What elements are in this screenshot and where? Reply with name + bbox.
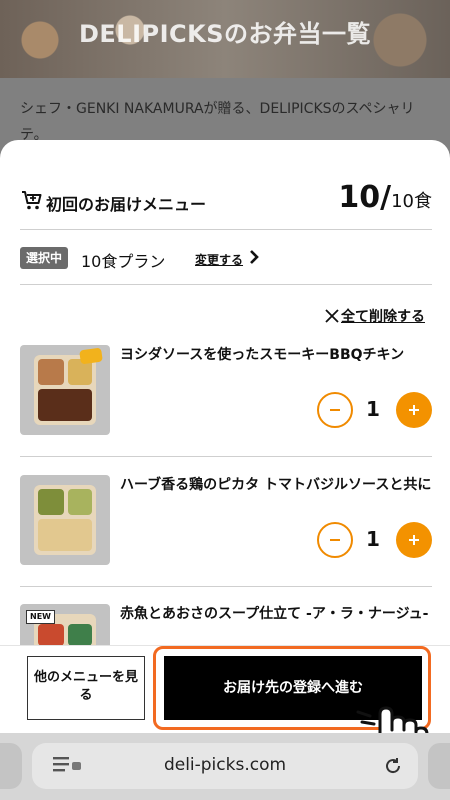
meal-image [20, 345, 110, 435]
close-icon [325, 309, 339, 323]
count-slash: / [380, 180, 392, 215]
divider [20, 284, 432, 285]
page-title: DELIPICKSのお弁当一覧 [78, 20, 372, 48]
address-bar[interactable]: deli-picks.com [32, 743, 418, 789]
quantity-value: 1 [366, 527, 380, 551]
divider [20, 229, 432, 230]
previous-tab[interactable] [0, 743, 22, 789]
clear-all-button[interactable]: 全て削除する [325, 306, 425, 328]
cart-item: NEW 赤魚とあおさのスープ仕立て -ア・ラ・ナージュ- [20, 604, 432, 650]
reload-icon[interactable] [384, 757, 402, 775]
next-tab[interactable] [428, 743, 450, 789]
increase-quantity-button[interactable] [396, 522, 432, 558]
cart-sheet: 初回のお届けメニュー 10/10食 選択中 10食プラン 変更する 全て削除する… [0, 140, 450, 650]
url-text: deli-picks.com [163, 755, 287, 775]
sheet-header: 初回のお届けメニュー 10/10食 [20, 180, 432, 230]
other-menu-button[interactable]: 他のメニューを見る [27, 656, 145, 720]
meal-name: ヨシダソースを使ったスモーキーBBQチキン [120, 347, 405, 363]
divider [20, 586, 432, 587]
plan-name: 10食プラン [81, 252, 166, 271]
cart-item: ハーブ香る鶏のピカタ トマトバジルソースと共に 1 [20, 475, 432, 575]
quantity-stepper: 1 [317, 522, 432, 558]
clear-all-label: 全て削除する [341, 309, 425, 325]
count-selected: 10 [338, 180, 381, 215]
new-badge: NEW [26, 610, 55, 624]
meal-image: NEW [20, 604, 110, 650]
quantity-stepper: 1 [317, 392, 432, 428]
meal-name: ハーブ香る鶏のピカタ トマトバジルソースと共に [120, 477, 432, 493]
chevron-right-icon[interactable] [248, 249, 260, 265]
count-total: 10食 [391, 191, 432, 212]
quantity-value: 1 [366, 397, 380, 421]
meal-count: 10/10食 [338, 180, 432, 215]
meal-image [20, 475, 110, 565]
meal-name: 赤魚とあおさのスープ仕立て -ア・ラ・ナージュ- [120, 606, 429, 622]
plan-status-badge: 選択中 [20, 247, 69, 269]
decrease-quantity-button[interactable] [317, 522, 353, 558]
divider [20, 456, 432, 457]
decrease-quantity-button[interactable] [317, 392, 353, 428]
cart-icon [22, 191, 42, 210]
change-plan-link[interactable]: 変更する [195, 251, 243, 268]
browser-toolbar: deli-picks.com [0, 733, 450, 800]
cart-item: ヨシダソースを使ったスモーキーBBQチキン 1 [20, 345, 432, 445]
increase-quantity-button[interactable] [396, 392, 432, 428]
plan-row: 選択中 10食プラン 変更する [20, 243, 432, 273]
sheet-title: 初回のお届けメニュー [46, 195, 207, 214]
